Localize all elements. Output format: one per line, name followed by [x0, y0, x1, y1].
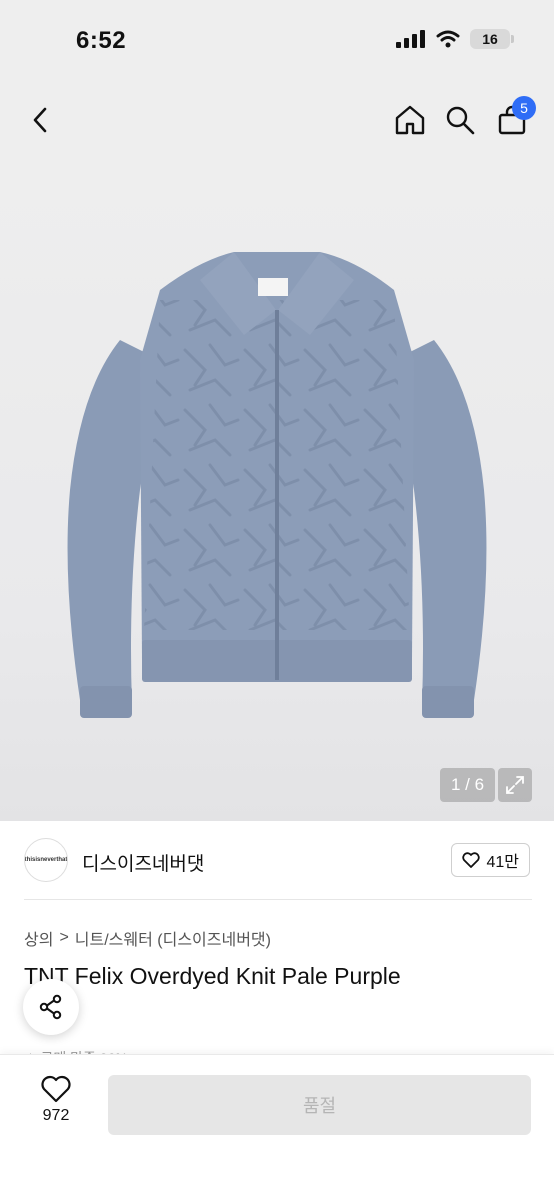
product-image [67, 252, 487, 718]
image-counter: 1 / 6 [440, 768, 495, 802]
status-icons: 16 [396, 29, 514, 49]
search-button[interactable] [442, 102, 478, 138]
bottom-action-bar: 972 품절 [0, 1054, 554, 1200]
home-button[interactable] [392, 102, 428, 138]
brand-name[interactable]: 디스이즈네버댓 [82, 849, 204, 876]
section-divider [24, 899, 532, 900]
status-time: 6:52 [76, 27, 127, 54]
product-title: TNT Felix Overdyed Knit Pale Purple [24, 963, 401, 989]
top-nav: 5 [0, 84, 554, 160]
cart-count-badge: 5 [512, 96, 536, 120]
chevron-left-icon [33, 107, 47, 133]
brand-logo-text: thisisneverthat [24, 857, 68, 863]
cart-button[interactable]: 5 [494, 96, 536, 138]
search-icon [446, 106, 475, 135]
wishlist-count: 972 [42, 1107, 70, 1124]
share-icon [39, 994, 62, 1020]
brand-like-button[interactable]: 41만 [451, 843, 530, 877]
breadcrumb-level2[interactable]: 니트/스웨터 (디스이즈네버댓) [75, 926, 271, 950]
status-bar: 6:52 16 [0, 0, 554, 84]
wifi-icon [436, 30, 460, 48]
breadcrumb-level1[interactable]: 상의 [24, 926, 53, 950]
brand-row[interactable]: thisisneverthat 디스이즈네버댓 41만 [24, 838, 532, 884]
battery-indicator: 16 [470, 29, 514, 49]
breadcrumb: 상의 > 니트/스웨터 (디스이즈네버댓) [24, 926, 271, 950]
sold-out-button[interactable]: 품절 [108, 1075, 531, 1135]
signal-icon [396, 30, 425, 48]
breadcrumb-separator: > [59, 929, 69, 946]
brand-logo[interactable]: thisisneverthat [24, 838, 68, 882]
wishlist-button[interactable]: 972 [26, 1075, 86, 1139]
share-button[interactable] [23, 979, 79, 1035]
brand-like-count: 41만 [486, 854, 519, 871]
home-icon [395, 105, 425, 135]
heart-icon [41, 1075, 71, 1103]
expand-image-button[interactable] [498, 768, 532, 802]
expand-icon [506, 776, 524, 794]
product-gallery[interactable]: 1 / 6 [0, 160, 554, 821]
heart-icon [462, 852, 481, 868]
back-button[interactable] [22, 102, 58, 138]
